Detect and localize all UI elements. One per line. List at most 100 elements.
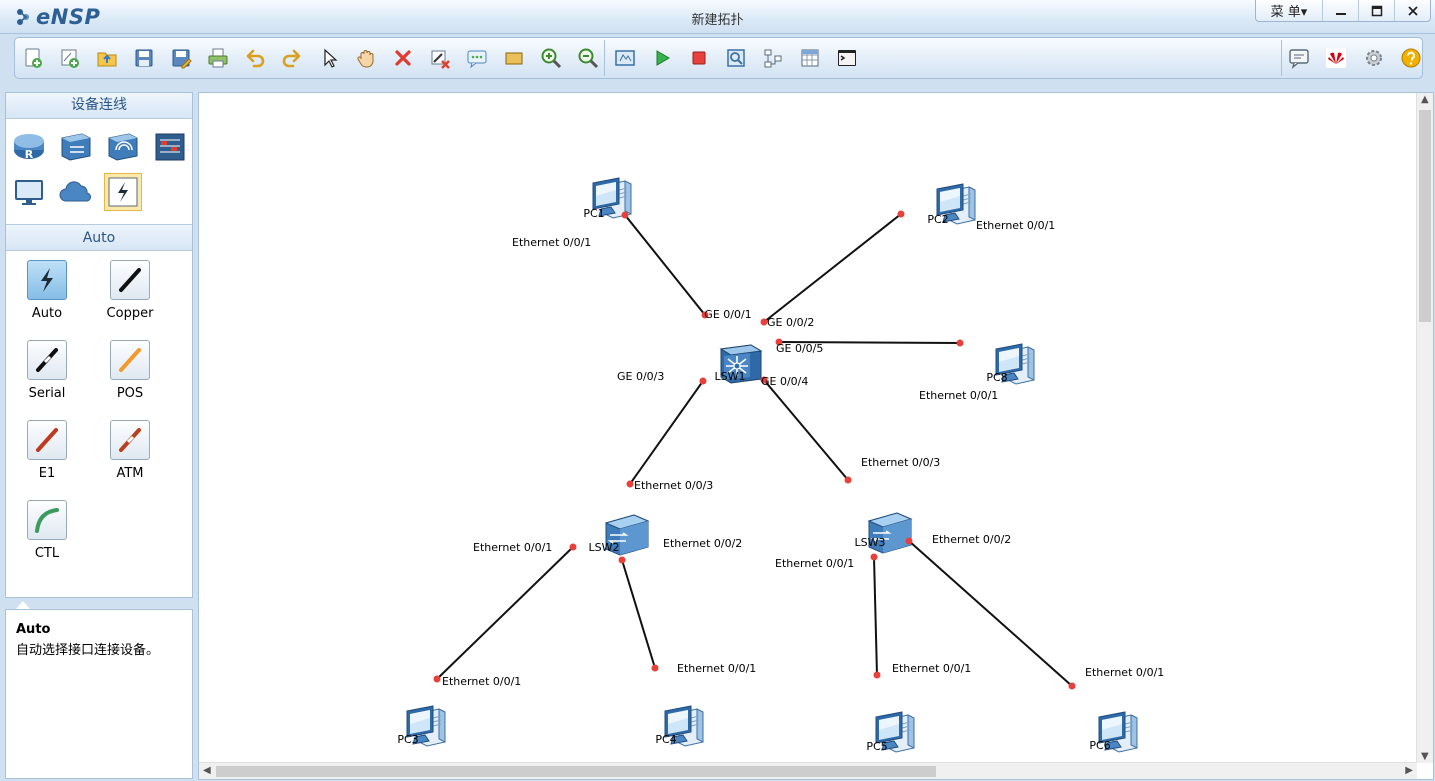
new-topology-button[interactable] — [21, 46, 45, 70]
fit-button[interactable] — [613, 46, 637, 70]
rectangle-icon — [505, 52, 523, 65]
cable-ctl[interactable]: CTL — [17, 500, 77, 561]
topology-button[interactable] — [761, 46, 785, 70]
scroll-right-icon[interactable]: ▶ — [1405, 765, 1413, 776]
undo-button[interactable] — [243, 46, 267, 70]
select-button[interactable] — [317, 46, 341, 70]
wlan-icon — [108, 133, 138, 161]
device-pc4[interactable]: PC4 — [655, 705, 704, 747]
command-line-button[interactable] — [835, 46, 859, 70]
pc-icon — [15, 180, 43, 205]
new-lab-button[interactable] — [58, 46, 82, 70]
close-button[interactable] — [1394, 0, 1430, 21]
cable-copper[interactable]: Copper — [100, 260, 160, 321]
cable-label: E1 — [38, 466, 56, 481]
device-label: LSW3 — [855, 536, 886, 549]
device-pc3[interactable]: PC3 — [397, 705, 446, 747]
svg-text:R: R — [25, 148, 34, 161]
zoom-out-button[interactable] — [576, 46, 600, 70]
scroll-down-icon[interactable]: ▼ — [1421, 751, 1429, 762]
palette-category-router[interactable]: R — [10, 127, 48, 165]
port-dot — [626, 480, 634, 488]
device-pc8[interactable]: PC8 — [986, 343, 1035, 385]
port-dot — [621, 211, 629, 219]
huawei-button[interactable] — [1324, 46, 1348, 70]
cable-label: Auto — [31, 306, 63, 321]
device-lsw3[interactable]: LSW3 — [855, 512, 913, 554]
horizontal-scroll-thumb[interactable] — [216, 766, 936, 777]
device-pc2[interactable]: PC2 — [927, 183, 976, 226]
open-button[interactable] — [95, 46, 119, 70]
text-note-icon — [467, 50, 487, 69]
port-label: Ethernet 0/0/3 — [861, 456, 940, 469]
topology-canvas[interactable]: PC1 PC2 PC8 LSW1 LSW2 LSW3 PC3 PC4 PC5 PC6 GE 0/0/… — [198, 92, 1434, 780]
redo-button[interactable] — [280, 46, 304, 70]
device-label: PC8 — [986, 371, 1007, 384]
help-button[interactable] — [1399, 46, 1423, 70]
device-pc6[interactable]: PC6 — [1089, 711, 1138, 753]
palette-category-connection[interactable] — [104, 173, 142, 211]
settings-button[interactable] — [1362, 46, 1386, 70]
palette-category-switch[interactable] — [57, 127, 95, 165]
chat-button[interactable] — [1287, 46, 1311, 70]
link-lsw3-pc5[interactable] — [873, 556, 878, 676]
palette-category-wlan[interactable] — [104, 127, 142, 165]
toolbar — [14, 37, 1423, 79]
start-device-icon — [656, 50, 670, 66]
chat-icon — [1289, 49, 1309, 69]
hand-pan-button[interactable] — [354, 46, 378, 70]
save-button[interactable] — [132, 46, 156, 70]
device-label: PC2 — [927, 213, 948, 226]
close-icon — [1407, 5, 1418, 16]
cable-auto[interactable]: Auto — [17, 260, 77, 321]
zoom-in-icon — [541, 48, 562, 69]
link-lsw1-pc2[interactable] — [763, 213, 902, 323]
palette-category-firewall[interactable] — [151, 127, 189, 165]
start-device-button[interactable] — [650, 46, 674, 70]
scroll-up-icon[interactable]: ▲ — [1421, 94, 1429, 105]
palette-category-cloud[interactable] — [57, 173, 95, 211]
cable-e1[interactable]: E1 — [17, 420, 77, 481]
grid-button[interactable] — [798, 46, 822, 70]
topology-diagram[interactable]: PC1 PC2 PC8 LSW1 LSW2 LSW3 PC3 PC4 PC5 PC6 GE 0/0/… — [199, 93, 1417, 763]
link-lsw1-pc1[interactable] — [624, 214, 706, 316]
port-labels-layer: GE 0/0/1 Ethernet 0/0/1 GE 0/0/2 Ethernet 0… — [442, 219, 1164, 688]
port-dot — [905, 537, 913, 545]
stop-device-button[interactable] — [687, 46, 711, 70]
print-button[interactable] — [206, 46, 230, 70]
new-lab-icon — [61, 49, 79, 68]
vertical-scrollbar[interactable]: ▲ ▼ — [1416, 93, 1433, 763]
minimize-button[interactable] — [1322, 0, 1358, 21]
port-label: GE 0/0/1 — [704, 308, 751, 321]
maximize-button[interactable] — [1358, 0, 1394, 21]
link-lsw2-pc3[interactable] — [436, 546, 574, 680]
text-note-button[interactable] — [465, 46, 489, 70]
delete-button[interactable] — [391, 46, 415, 70]
link-lsw2-pc4[interactable] — [621, 559, 656, 669]
device-lsw1[interactable]: LSW1 — [715, 344, 763, 384]
pos-cable-icon — [110, 340, 150, 380]
port-label: Ethernet 0/0/3 — [634, 479, 713, 492]
cable-pos[interactable]: POS — [100, 340, 160, 401]
fit-icon — [615, 50, 635, 66]
delete-link-button[interactable] — [428, 46, 452, 70]
vertical-scroll-thumb[interactable] — [1419, 110, 1431, 322]
device-pc5[interactable]: PC5 — [866, 711, 915, 753]
switch-icon — [61, 133, 91, 161]
cable-serial[interactable]: Serial — [17, 340, 77, 401]
port-label: GE 0/0/4 — [761, 375, 808, 388]
description-title: Auto — [16, 622, 51, 637]
scroll-left-icon[interactable]: ◀ — [203, 765, 211, 776]
link-lsw1-lsw2[interactable] — [629, 380, 704, 485]
device-label: LSW2 — [589, 541, 620, 554]
device-lsw2[interactable]: LSW2 — [589, 514, 650, 556]
save-as-button[interactable] — [169, 46, 193, 70]
capture-button[interactable] — [724, 46, 748, 70]
palette-category-pc[interactable] — [10, 173, 48, 211]
main-menu-button[interactable]: 菜 单▾ — [1256, 0, 1322, 21]
horizontal-scrollbar[interactable]: ◀ ▶ — [199, 762, 1417, 779]
zoom-in-button[interactable] — [539, 46, 563, 70]
cable-atm[interactable]: ATM — [100, 420, 160, 481]
link-lsw1-lsw3[interactable] — [763, 379, 849, 481]
rectangle-button[interactable] — [502, 46, 526, 70]
